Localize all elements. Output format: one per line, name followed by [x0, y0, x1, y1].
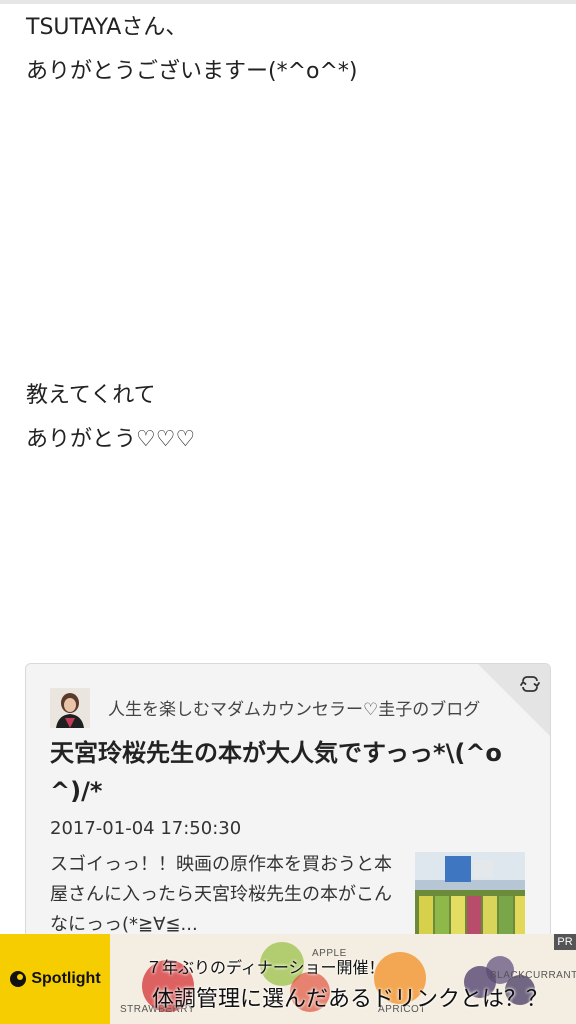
post-line: ありがとうございますー(*^o^*) — [26, 59, 358, 84]
card-thumbnail[interactable] — [415, 852, 525, 942]
ad-headline-small[interactable]: ７年ぶりのディナーショー開催！ — [146, 954, 385, 978]
post-line: 教えてくれて — [26, 383, 156, 408]
ad-banner[interactable]: Spotlight STRAWBERRY APPLE APRICOT BLACK… — [0, 934, 576, 1024]
card-date: 2017-01-04 17:50:30 — [50, 818, 242, 839]
card-title[interactable]: 天宮玲桜先生の本が大人気ですっっ*\(^o^)/* — [50, 734, 530, 810]
post-body: TSUTAYAさん、 ありがとうございますー(*^o^*) — [26, 6, 546, 94]
post-body-continued: 教えてくれて ありがとう♡♡♡ — [26, 374, 195, 462]
ad-brand[interactable]: Spotlight — [0, 934, 110, 1024]
post-line: TSUTAYAさん、 — [26, 15, 188, 40]
embedded-blog-card[interactable]: 人生を楽しむマダムカウンセラー♡圭子のブログ 天宮玲桜先生の本が大人気ですっっ*… — [25, 663, 551, 963]
ad-brand-label: Spotlight — [31, 970, 101, 987]
blog-avatar — [50, 688, 90, 728]
fruit-label-blackcurrant: BLACKCURRANT — [490, 970, 576, 981]
ad-headline-large[interactable]: 体調管理に選んだあるドリンクとは？？ — [152, 981, 548, 1013]
blog-name[interactable]: 人生を楽しむマダムカウンセラー♡圭子のブログ — [108, 695, 480, 720]
refresh-icon[interactable] — [518, 672, 542, 696]
spotlight-logo-icon — [10, 971, 27, 987]
post-line: ありがとう♡♡♡ — [26, 427, 196, 452]
ad-pr-badge: PR — [554, 934, 576, 950]
top-divider — [0, 0, 576, 4]
card-excerpt: スゴイっっ！！映画の原作本を買おうと本屋さんに入ったら天宮玲桜先生の本がこんなに… — [50, 854, 392, 935]
